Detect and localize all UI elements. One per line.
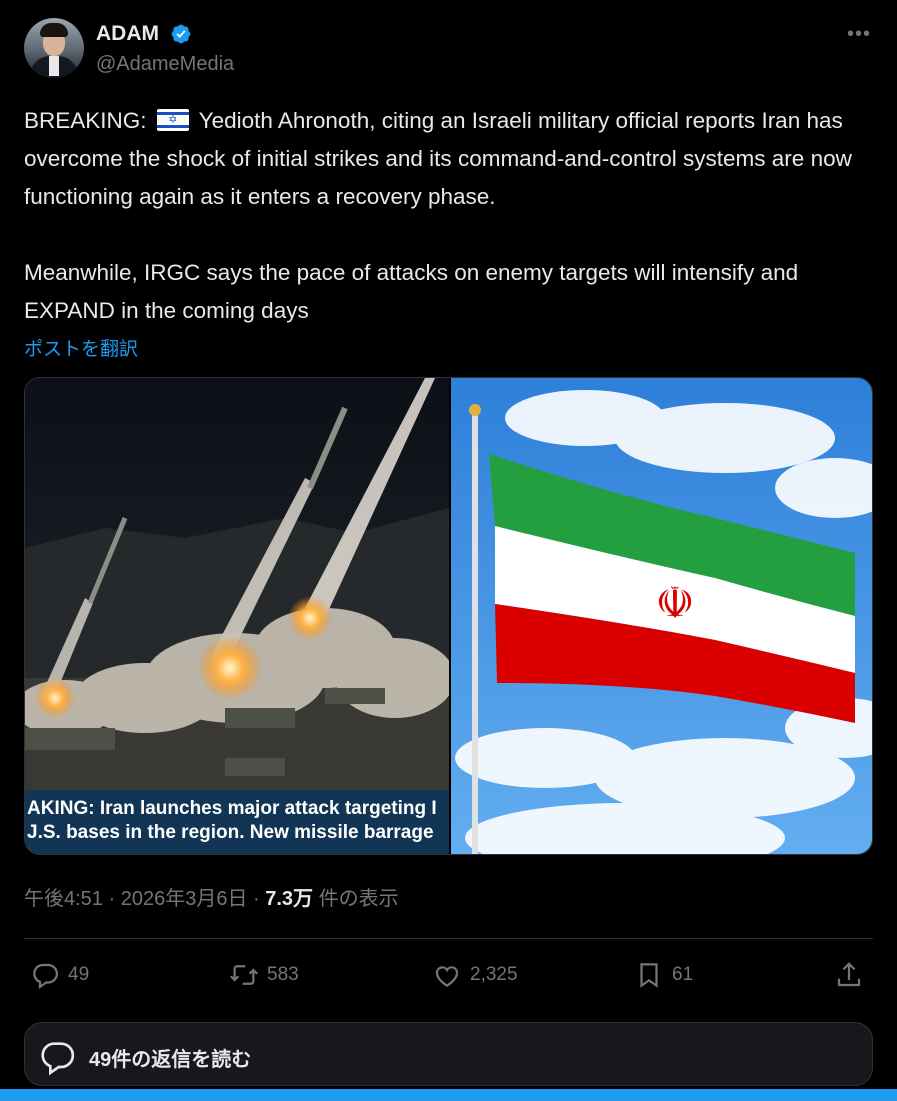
breaking-prefix: BREAKING: bbox=[24, 108, 153, 133]
media-caption-line-2: J.S. bases in the region. New missile ba… bbox=[27, 822, 434, 843]
avatar[interactable] bbox=[24, 18, 84, 78]
tweet-header: ADAM @AdameMedia ••• bbox=[24, 18, 873, 80]
repost-button[interactable]: 583 bbox=[229, 955, 299, 995]
repost-icon bbox=[230, 965, 258, 985]
bookmark-button[interactable]: 61 bbox=[634, 955, 693, 995]
media-caption-line-1: AKING: Iran launches major attack target… bbox=[27, 798, 437, 819]
repost-count: 583 bbox=[267, 964, 299, 985]
tweet-text: BREAKING: ✡ Yedioth Ahronoth, citing an … bbox=[24, 102, 884, 330]
author-name[interactable]: ADAM bbox=[96, 22, 159, 46]
iran-flag-image: ☫ bbox=[451, 378, 872, 854]
reply-icon bbox=[33, 963, 58, 990]
tweet-time[interactable]: 午後4:51 bbox=[24, 888, 103, 910]
verified-badge-icon bbox=[171, 24, 191, 44]
israel-flag-icon: ✡ bbox=[156, 109, 189, 131]
reply-bubble-icon bbox=[41, 1042, 75, 1076]
missile-launch-image: AKING: Iran launches major attack target… bbox=[25, 378, 455, 854]
bookmark-icon bbox=[640, 963, 658, 988]
bookmark-count: 61 bbox=[672, 964, 694, 985]
read-replies-label: 49件の返信を読む bbox=[89, 1049, 252, 1071]
read-replies-button[interactable]: 49件の返信を読む bbox=[24, 1022, 873, 1086]
reply-button[interactable]: 49 bbox=[30, 955, 89, 995]
tweet-paragraph-2: Meanwhile, IRGC says the pace of attacks… bbox=[24, 260, 805, 323]
more-icon[interactable]: ••• bbox=[847, 23, 871, 46]
action-bar: 49 583 2,325 61 bbox=[24, 955, 873, 995]
like-count: 2,325 bbox=[470, 964, 518, 985]
reply-count: 49 bbox=[68, 964, 90, 985]
tweet-date[interactable]: 2026年3月6日 bbox=[121, 888, 248, 910]
bottom-accent-bar bbox=[0, 1089, 897, 1101]
share-icon bbox=[837, 962, 861, 987]
view-count: 7.3万 bbox=[265, 888, 314, 910]
author-handle[interactable]: @AdameMedia bbox=[96, 53, 234, 76]
like-button[interactable]: 2,325 bbox=[432, 955, 518, 995]
svg-text:☫: ☫ bbox=[655, 578, 694, 629]
like-icon bbox=[435, 966, 459, 987]
divider bbox=[24, 938, 873, 939]
tweet-meta: 午後4:51 · 2026年3月6日 · 7.3万 件の表示 bbox=[24, 888, 399, 910]
share-button[interactable] bbox=[834, 955, 872, 995]
tweet-media[interactable]: AKING: Iran launches major attack target… bbox=[24, 377, 873, 855]
translate-link[interactable]: ポストを翻訳 bbox=[24, 334, 138, 361]
